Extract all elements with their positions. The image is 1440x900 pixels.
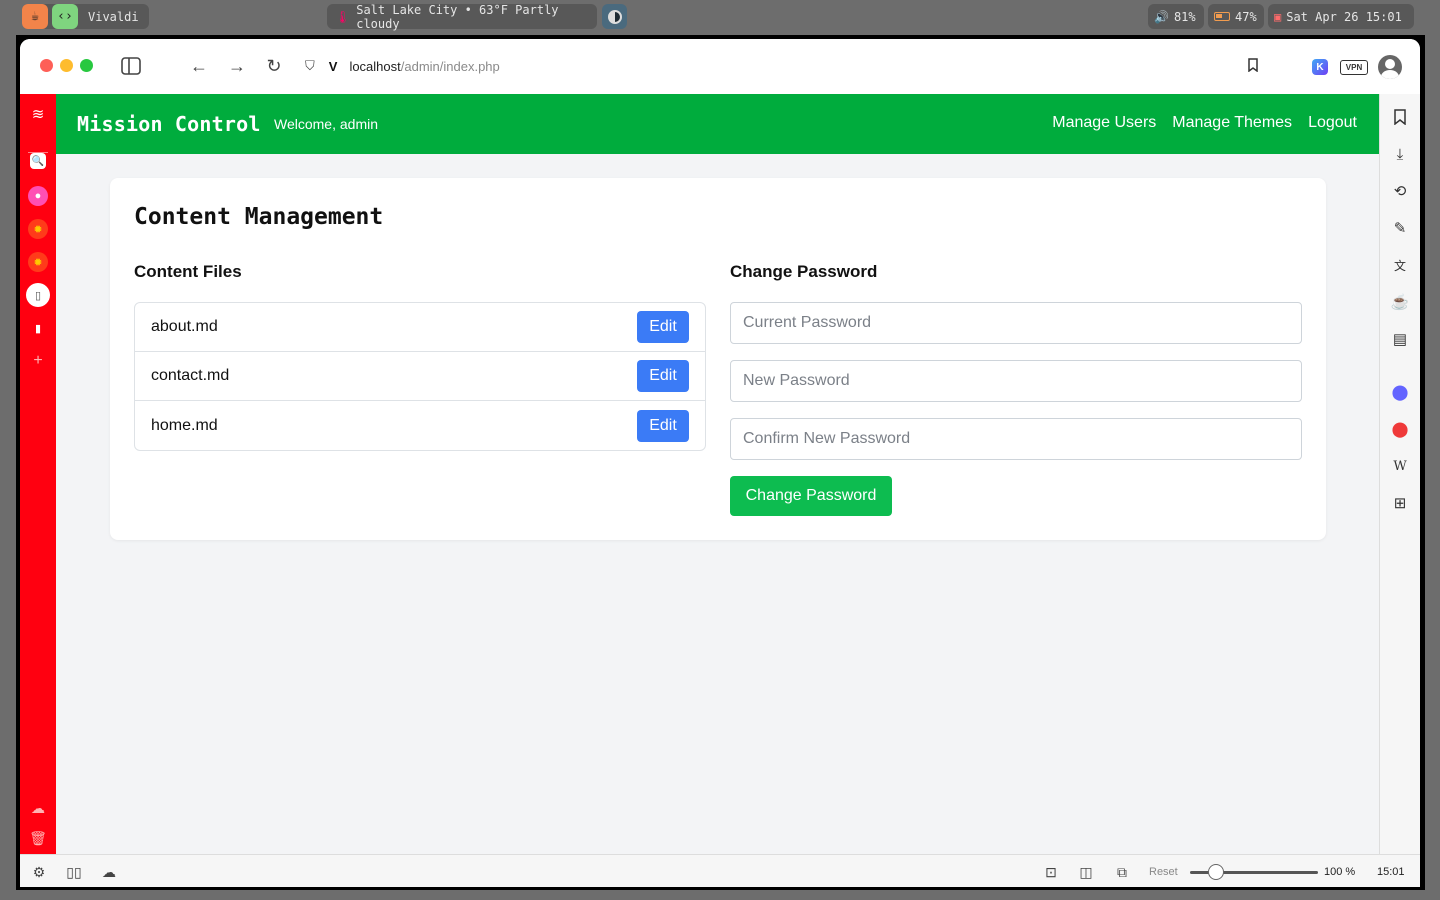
weather-widget[interactable]: 🌡 Salt Lake City • 63°F Partly cloudy bbox=[327, 2, 597, 31]
close-window-button[interactable] bbox=[40, 59, 53, 72]
code-icon: ‹› bbox=[52, 4, 78, 29]
url-text: localhost/admin/index.php bbox=[349, 59, 499, 74]
change-password-button[interactable]: Change Password bbox=[730, 476, 892, 516]
dark-mode-toggle[interactable] bbox=[602, 4, 627, 29]
panel-toggle-icon[interactable] bbox=[120, 55, 142, 77]
weather-text: Salt Lake City • 63°F Partly cloudy bbox=[356, 2, 559, 31]
address-bar[interactable]: ⛉ V localhost/admin/index.php bbox=[296, 52, 1266, 80]
url-path: /admin/index.php bbox=[400, 58, 500, 74]
battery-widget[interactable]: 47% bbox=[1208, 4, 1264, 29]
calendar-icon: ▣ bbox=[1274, 9, 1282, 24]
site-navbar: Mission Control Welcome, admin Manage Us… bbox=[56, 94, 1379, 154]
forward-arrow-icon[interactable]: → bbox=[226, 55, 248, 77]
datetime-text: Sat Apr 26 15:01 bbox=[1286, 9, 1402, 24]
coffee-icon: ☕ bbox=[22, 4, 48, 29]
maximize-window-button[interactable] bbox=[80, 59, 93, 72]
volume-level: 81% bbox=[1173, 9, 1196, 24]
confirm-password-field[interactable] bbox=[730, 418, 1302, 460]
battery-icon bbox=[1214, 12, 1230, 21]
clock-widget[interactable]: ▣ Sat Apr 26 15:01 bbox=[1268, 4, 1414, 29]
trash-icon[interactable]: 🗑 bbox=[28, 828, 48, 848]
mastodon-icon[interactable]: ⬤ bbox=[1391, 383, 1409, 401]
app-name: Vivaldi bbox=[88, 9, 139, 24]
thermometer-icon: 🌡 bbox=[335, 9, 351, 24]
welcome-text: Welcome, admin bbox=[274, 116, 379, 132]
document-red-icon[interactable]: ▮ bbox=[28, 318, 48, 338]
nav-manage-themes-link[interactable]: Manage Themes bbox=[1172, 114, 1292, 132]
cloud-icon[interactable]: ☁ bbox=[28, 798, 48, 818]
change-password-heading: Change Password bbox=[730, 262, 878, 281]
browser-status-bar: ⚙ ▯▯ ☁ ⊡ ◫ ⧉ Reset 100 % 15:01 bbox=[20, 854, 1420, 887]
edit-home-button[interactable]: Edit bbox=[637, 409, 689, 442]
history-icon[interactable]: ⟲ bbox=[1391, 182, 1409, 200]
active-app-indicator[interactable]: ☕ ‹› Vivaldi bbox=[22, 4, 149, 29]
nav-links: Manage Users Manage Themes Logout bbox=[1052, 114, 1357, 132]
wikipedia-icon[interactable]: W bbox=[1391, 457, 1409, 475]
new-password-field[interactable] bbox=[730, 360, 1302, 402]
vivaldi-v-icon: V bbox=[328, 58, 338, 74]
web-panel-icon[interactable]: ✹ bbox=[28, 219, 48, 239]
site-brand[interactable]: Mission Control bbox=[77, 112, 261, 136]
tile-tabs-icon[interactable]: ▯▯ bbox=[65, 863, 83, 881]
right-panel-bar: ⤓ ⟲ ✎ 文 ☕ ▤ ⬤ ⬤ W ⊞ bbox=[1379, 94, 1420, 854]
file-name: about.md bbox=[151, 318, 218, 335]
add-panel-icon[interactable]: + bbox=[28, 351, 48, 371]
translate-icon[interactable]: 文 bbox=[1391, 256, 1409, 274]
reload-icon[interactable]: ↻ bbox=[263, 55, 285, 77]
web-page: Mission Control Welcome, admin Manage Us… bbox=[56, 94, 1379, 854]
moon-icon bbox=[607, 9, 622, 24]
zoom-slider-handle[interactable] bbox=[1208, 864, 1224, 880]
vivaldi-icon[interactable]: ⬤ bbox=[1391, 420, 1409, 438]
bookmarks-panel-icon[interactable] bbox=[1391, 108, 1409, 126]
nav-manage-users-link[interactable]: Manage Users bbox=[1052, 114, 1156, 132]
downloads-icon[interactable]: ⤓ bbox=[1391, 145, 1409, 163]
chat-icon[interactable]: ● bbox=[28, 186, 48, 206]
list-item: home.md Edit bbox=[135, 401, 705, 450]
zoom-level: 100 % bbox=[1324, 866, 1356, 878]
file-name: contact.md bbox=[151, 367, 230, 384]
notes-icon[interactable]: ✎ bbox=[1391, 219, 1409, 237]
battery-level: 47% bbox=[1235, 9, 1257, 24]
search-panel-icon[interactable]: 🔍 bbox=[30, 153, 46, 169]
vpn-button[interactable]: VPN bbox=[1340, 60, 1368, 75]
reader-icon[interactable]: ▤ bbox=[1391, 330, 1409, 348]
page-title: Content Management bbox=[134, 204, 384, 230]
document-icon[interactable]: ▯ bbox=[26, 283, 50, 307]
nav-logout-link[interactable]: Logout bbox=[1308, 114, 1357, 132]
extension-k-icon[interactable]: K bbox=[1312, 59, 1328, 75]
edit-about-button[interactable]: Edit bbox=[637, 311, 689, 343]
profile-avatar[interactable] bbox=[1378, 55, 1402, 79]
capture-icon[interactable]: ⊡ bbox=[1042, 863, 1060, 881]
shield-icon[interactable]: ⛉ bbox=[305, 58, 315, 74]
content-files-list: about.md Edit contact.md Edit home.md Ed… bbox=[134, 302, 706, 451]
browser-toolbar: ← → ↻ ⛉ V localhost/admin/index.php K VP… bbox=[20, 39, 1420, 94]
content-management-card: Content Management Content Files about.m… bbox=[110, 178, 1326, 540]
browser-window: ← → ↻ ⛉ V localhost/admin/index.php K VP… bbox=[16, 35, 1425, 890]
file-name: home.md bbox=[151, 416, 218, 434]
zoom-reset-button[interactable]: Reset bbox=[1149, 866, 1178, 878]
reading-list-icon[interactable]: ☕ bbox=[1391, 293, 1410, 311]
back-arrow-icon[interactable]: ← bbox=[188, 55, 210, 77]
list-item: about.md Edit bbox=[135, 303, 705, 352]
status-clock: 15:01 bbox=[1377, 866, 1405, 878]
web-panel-icon-2[interactable]: ✹ bbox=[28, 252, 48, 272]
edit-contact-button[interactable]: Edit bbox=[637, 360, 689, 392]
stack-icon[interactable]: ≋ bbox=[28, 104, 48, 124]
minimize-window-button[interactable] bbox=[60, 59, 73, 72]
volume-widget[interactable]: 🔊 81% bbox=[1148, 4, 1204, 29]
url-host: localhost bbox=[349, 58, 401, 74]
current-password-field[interactable] bbox=[730, 302, 1302, 344]
page-actions-icon[interactable]: ⧉ bbox=[1113, 863, 1131, 881]
content-files-heading: Content Files bbox=[134, 262, 242, 281]
settings-gear-icon[interactable]: ⚙ bbox=[30, 863, 48, 881]
list-item: contact.md Edit bbox=[135, 352, 705, 401]
left-panel-bar: ≋ 🔍 ● ✹ ✹ ▯ ▮ + ☁ 🗑 bbox=[20, 94, 56, 854]
bookmark-icon[interactable] bbox=[1248, 58, 1258, 75]
speaker-icon: 🔊 bbox=[1154, 9, 1169, 24]
sync-cloud-icon[interactable]: ☁ bbox=[100, 863, 118, 881]
add-web-panel-icon[interactable]: ⊞ bbox=[1391, 494, 1409, 512]
os-menu-bar: ☕ ‹› Vivaldi 🌡 Salt Lake City • 63°F Par… bbox=[0, 0, 1440, 34]
page-tiling-icon[interactable]: ◫ bbox=[1077, 863, 1095, 881]
